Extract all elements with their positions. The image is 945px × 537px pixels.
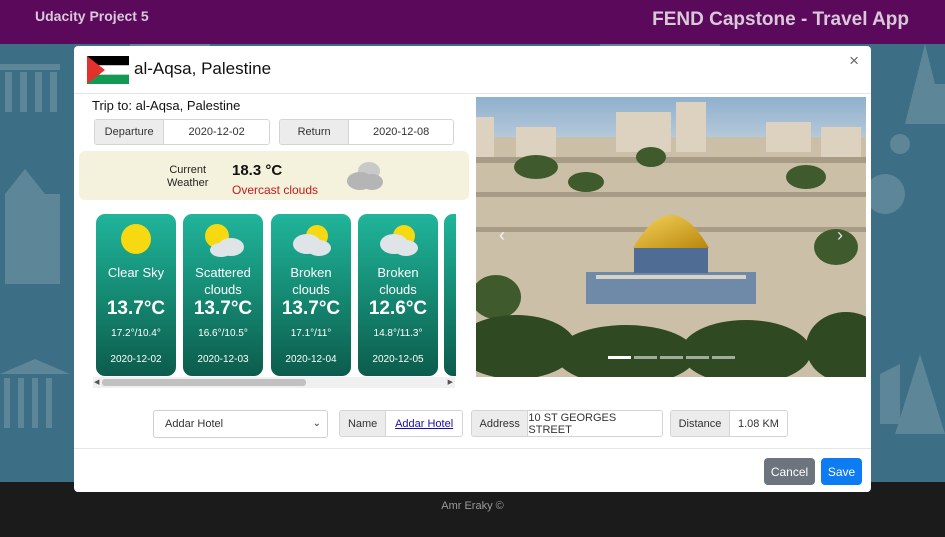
app-title: FEND Capstone - Travel App (652, 9, 909, 30)
cloud-sun-icon (293, 225, 331, 256)
forecast-card-partial (444, 214, 456, 376)
hotel-address-field: Address 10 ST GEORGES STREET (471, 410, 663, 437)
forecast-description: Scattered clouds (195, 265, 251, 297)
departure-label: Departure (95, 120, 165, 144)
hotel-name-value: Addar Hotel (386, 411, 462, 436)
forecast-date: 2020-12-05 (372, 354, 424, 365)
cancel-button[interactable]: Cancel (764, 458, 815, 485)
hotel-name-link[interactable]: Addar Hotel (395, 418, 453, 430)
forecast-range: 17.1°/11° (290, 328, 332, 339)
top-navbar: Udacity Project 5 FEND Capstone - Travel… (0, 0, 945, 44)
carousel-indicator[interactable] (634, 356, 657, 359)
current-weather-label: Current Weather (167, 164, 209, 189)
departure-field: Departure 2020-12-02 (94, 119, 270, 145)
forecast-description: Clear Sky (107, 265, 165, 280)
return-field: Return 2020-12-08 (279, 119, 454, 145)
hotel-distance-value: 1.08 KM (729, 411, 787, 436)
forecast-temperature: 13.7°C (106, 298, 166, 319)
chevron-down-icon: ⌄ (312, 418, 321, 429)
forecast-card: Clear Sky 13.7°C 17.2°/10.4° 2020-12-02 (96, 214, 176, 376)
carousel-indicator[interactable] (608, 356, 631, 359)
forecast-strip[interactable]: Clear Sky 13.7°C 17.2°/10.4° 2020-12-02 … (96, 214, 456, 376)
scrollbar-thumb[interactable] (102, 379, 306, 386)
forecast-temperature: 13.7°C (281, 298, 341, 319)
carousel-indicators (608, 356, 735, 359)
hotel-distance-field: Distance 1.08 KM (670, 410, 788, 437)
scroll-left-icon[interactable]: ◀ (94, 378, 99, 386)
carousel-indicator[interactable] (712, 356, 735, 359)
return-label: Return (280, 120, 350, 144)
hotel-address-value: 10 ST GEORGES STREET (528, 411, 662, 436)
brand-label[interactable]: Udacity Project 5 (35, 8, 149, 24)
hotel-name-label: Name (340, 411, 387, 436)
trip-destination: Trip to: al-Aqsa, Palestine (92, 98, 241, 113)
forecast-scrollbar[interactable]: ◀ ▶ (93, 377, 455, 388)
trip-modal: al-Aqsa, Palestine × Trip to: al-Aqsa, P… (74, 46, 871, 492)
forecast-description: Broken clouds (377, 265, 419, 297)
hotel-distance-label: Distance (671, 411, 730, 436)
modal-header: al-Aqsa, Palestine × (74, 46, 871, 94)
forecast-temperature: 13.7°C (193, 298, 253, 319)
carousel-prev-icon[interactable]: ‹ (499, 225, 505, 246)
carousel-next-icon[interactable]: › (837, 225, 843, 246)
forecast-range: 14.8°/11.3° (373, 328, 423, 339)
scroll-right-icon[interactable]: ▶ (448, 378, 453, 386)
forecast-range: 17.2°/10.4° (111, 328, 161, 339)
forecast-date: 2020-12-02 (110, 354, 162, 365)
current-weather-panel: Current Weather 18.3 °C Overcast clouds (79, 151, 469, 200)
forecast-card: Scattered clouds 13.7°C 16.6°/10.5° 2020… (183, 214, 263, 376)
forecast-date: 2020-12-04 (285, 354, 337, 365)
sun-cloud-icon (205, 224, 244, 257)
forecast-card: Broken clouds 13.7°C 17.1°/11° 2020-12-0… (271, 214, 351, 376)
carousel-indicator[interactable] (660, 356, 683, 359)
cloud-icon (347, 162, 383, 190)
destination-photo-carousel[interactable]: ‹ › (476, 97, 866, 377)
forecast-temperature: 12.6°C (368, 298, 428, 319)
footer-credit: Amr Eraky © (441, 500, 504, 512)
destination-photo (476, 97, 866, 377)
sun-icon (121, 224, 151, 254)
modal-footer: Cancel Save (74, 448, 871, 492)
hotel-name-field: Name Addar Hotel (339, 410, 463, 437)
hotel-address-label: Address (472, 411, 529, 436)
palestine-flag-icon (87, 56, 129, 84)
cloud-sun-icon (380, 225, 418, 256)
hotel-select-value: Addar Hotel (165, 418, 224, 430)
hotel-select[interactable]: Addar Hotel ⌄ (153, 410, 328, 438)
forecast-card: Broken clouds 12.6°C 14.8°/11.3° 2020-12… (358, 214, 438, 376)
current-weather-description: Overcast clouds (232, 183, 319, 197)
modal-title: al-Aqsa, Palestine (134, 59, 272, 78)
close-icon[interactable]: × (849, 51, 859, 71)
save-button[interactable]: Save (821, 458, 862, 485)
forecast-description: Broken clouds (290, 265, 332, 297)
current-temperature: 18.3 °C (232, 162, 283, 179)
forecast-date: 2020-12-03 (197, 354, 249, 365)
departure-input[interactable]: 2020-12-02 (164, 120, 269, 144)
forecast-range: 16.6°/10.5° (198, 328, 248, 339)
return-input[interactable]: 2020-12-08 (349, 120, 453, 144)
carousel-indicator[interactable] (686, 356, 709, 359)
